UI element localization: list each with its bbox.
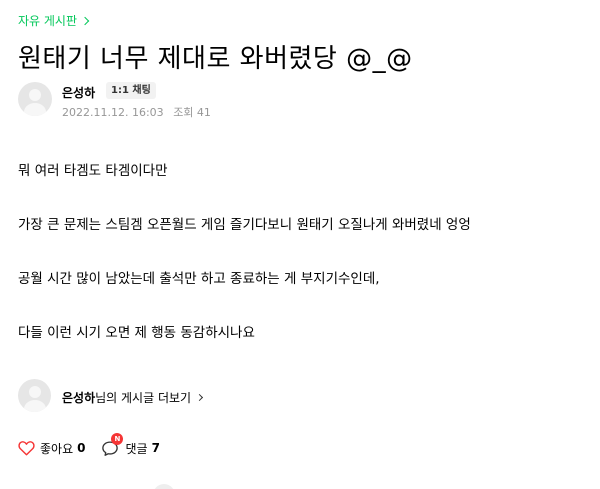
more-posts-label[interactable]: 님의 게시글 더보기 <box>95 389 191 406</box>
profile-author-name[interactable]: 은성하 <box>62 389 95 406</box>
author-info: 은성하 1:1 채팅 2022.11.12. 16:03 조회 41 <box>18 82 578 120</box>
comment-button[interactable]: N 댓글 7 <box>101 432 160 457</box>
like-label: 좋아요 <box>40 441 74 456</box>
author-profile-box: 은성하 님의 게시글 더보기 <box>18 379 418 415</box>
comment-label: 댓글 <box>125 441 148 456</box>
view-count: 조회 41 <box>173 106 211 119</box>
avatar-body-shape <box>24 103 46 116</box>
chat-button[interactable]: 1:1 채팅 <box>106 82 156 99</box>
chevron-right-icon <box>80 16 90 25</box>
like-count: 0 <box>77 441 86 455</box>
heart-icon <box>18 441 35 456</box>
avatar-placeholder-icon <box>29 89 41 101</box>
comment-avatar <box>153 484 175 489</box>
avatar-body-shape <box>24 400 46 412</box>
post-meta: 2022.11.12. 16:03 조회 41 <box>62 104 211 120</box>
board-name[interactable]: 자유 게시판 <box>18 12 77 29</box>
chevron-right-icon <box>196 393 204 402</box>
comment-count: 7 <box>151 441 160 455</box>
new-comment-badge: N <box>111 432 124 445</box>
post-paragraph: 공월 시간 많이 남았는데 출석만 하고 종료하는 게 부지기수인데, <box>18 271 380 287</box>
post-title: 원태기 너무 제대로 와버렸당 @_@ <box>18 44 413 74</box>
author-name[interactable]: 은성하 <box>62 84 95 101</box>
post-paragraph: 뭐 여러 타겜도 타겜이다만 <box>18 163 168 179</box>
post-actions: 좋아요 0 N 댓글 7 <box>18 432 160 460</box>
author-more-posts-link[interactable]: 은성하 님의 게시글 더보기 <box>62 389 204 406</box>
post-date: 2022.11.12. 16:03 <box>62 106 164 119</box>
post-content: 뭐 여러 타겜도 타겜이다만 가장 큰 문제는 스팀겜 오픈월드 게임 즐기다보… <box>18 162 588 378</box>
post-paragraph: 다들 이런 시기 오면 제 행동 동감하시나요 <box>18 325 255 341</box>
board-link[interactable]: 자유 게시판 <box>18 12 90 29</box>
avatar-placeholder-icon <box>29 386 41 398</box>
post-paragraph: 가장 큰 문제는 스팀겜 오픈월드 게임 즐기다보니 원태기 오질나게 와버렸네… <box>18 217 471 233</box>
profile-avatar[interactable] <box>18 379 51 412</box>
author-avatar[interactable] <box>18 82 52 116</box>
like-button[interactable]: 좋아요 0 <box>18 440 85 457</box>
